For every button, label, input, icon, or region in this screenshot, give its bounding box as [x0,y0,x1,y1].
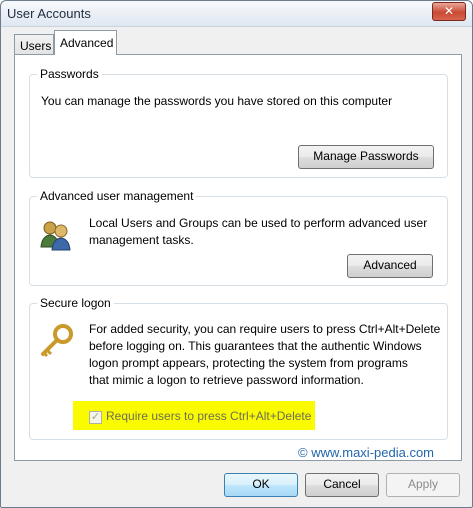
tab-advanced[interactable]: Advanced [54,30,117,55]
secure-logon-group-title: Secure logon [37,296,114,310]
advanced-tab-panel: Passwords You can manage the passwords y… [14,54,462,461]
secure-logon-line3: logon prompt appears, protecting the sys… [89,356,408,370]
passwords-description: You can manage the passwords you have st… [41,94,393,108]
advanced-user-management-group: Advanced user management Local Users and… [29,189,448,286]
secure-logon-line2: before logging on. This guarantees that … [89,339,422,353]
secure-logon-line1: For added security, you can require user… [89,322,441,336]
watermark-text: © www.maxi-pedia.com [298,445,435,460]
advanced-description-line2: management tasks. [89,233,194,247]
require-ctrl-alt-delete-label[interactable]: Require users to press Ctrl+Alt+Delete [106,409,311,423]
cancel-button[interactable]: Cancel [305,473,379,497]
ok-button[interactable]: OK [224,473,298,497]
apply-button[interactable]: Apply [386,473,460,497]
manage-passwords-button[interactable]: Manage Passwords [298,145,434,169]
advanced-description-line1: Local Users and Groups can be used to pe… [89,216,428,230]
passwords-group: Passwords You can manage the passwords y… [29,67,448,178]
close-button[interactable]: ✕ [432,2,466,21]
user-accounts-window: User Accounts ✕ Users Advanced Passwords… [0,0,473,508]
tab-users[interactable]: Users [14,34,54,54]
users-icon [40,221,71,251]
title-bar[interactable]: User Accounts ✕ [1,1,472,27]
advanced-button[interactable]: Advanced [347,254,433,278]
require-ctrl-alt-delete-checkbox[interactable]: ✓ [89,411,102,424]
key-icon [41,324,73,358]
advanced-group-title: Advanced user management [37,189,197,203]
secure-logon-line4: that mimic a logon to retrieve password … [89,373,364,387]
window-title: User Accounts [7,6,91,21]
passwords-group-title: Passwords [37,67,102,81]
